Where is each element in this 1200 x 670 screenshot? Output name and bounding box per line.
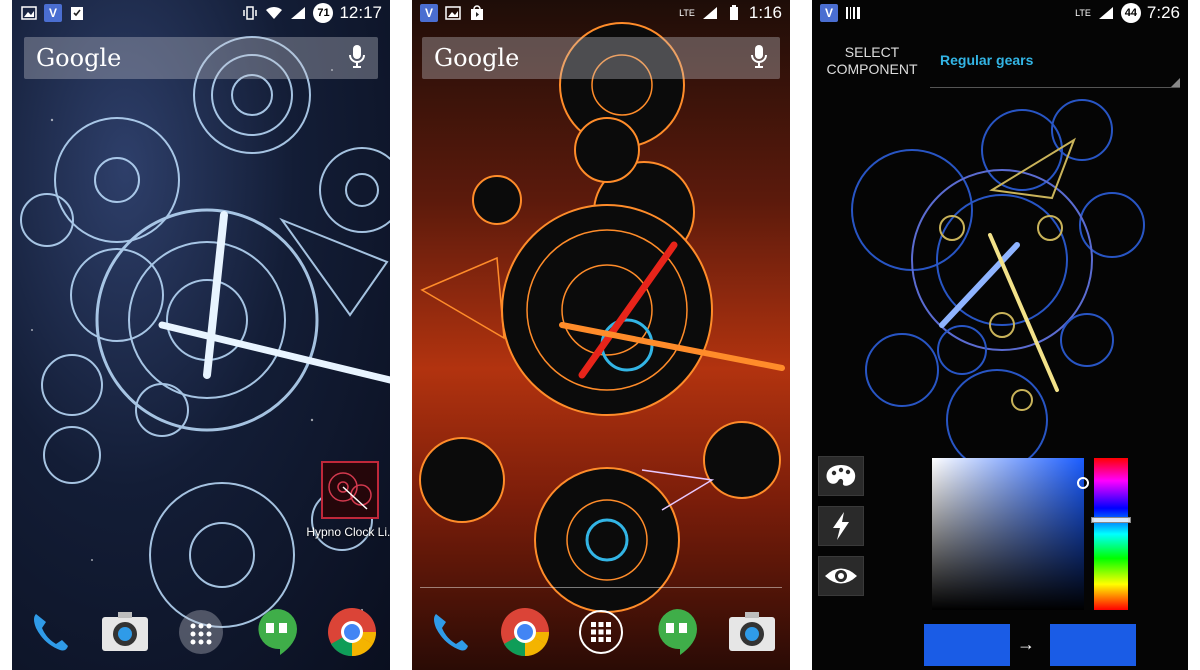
clipboard-check-icon: [68, 4, 86, 22]
eye-icon: [825, 568, 857, 584]
phone-icon[interactable]: [23, 605, 77, 659]
palette-icon: [826, 465, 856, 486]
vlingo-notification-icon: V: [44, 4, 62, 22]
component-dropdown[interactable]: Regular gears: [930, 44, 1180, 88]
app-drawer-icon[interactable]: [174, 605, 228, 659]
select-label-line2: COMPONENT: [826, 61, 918, 77]
camera-icon[interactable]: [725, 605, 779, 659]
microphone-icon[interactable]: [348, 44, 366, 73]
wifi-icon: [265, 4, 283, 22]
hypno-clock-thumbnail: [321, 461, 379, 519]
signal-icon: [1097, 4, 1115, 22]
select-component-label: SELECT COMPONENT: [822, 44, 922, 78]
app-dock: [12, 602, 390, 662]
app-dock: [412, 602, 790, 662]
glow-mode-button[interactable]: [818, 506, 864, 546]
vibrate-icon: [241, 4, 259, 22]
new-color-swatch[interactable]: [1050, 624, 1136, 666]
barcode-icon: [844, 4, 862, 22]
google-search-bar[interactable]: Google: [24, 37, 378, 79]
phone-screen-settings: V LTE 44 7:26 SELECT COMPONENT Regular g…: [812, 0, 1188, 670]
clock-time: 7:26: [1146, 3, 1180, 22]
arrow-right-icon: →: [1017, 634, 1035, 654]
dock-divider: [420, 587, 782, 588]
hangouts-icon[interactable]: [250, 605, 304, 659]
screenshot-collage: V 71 12:17 Google Hypno Clock Li.. V LTE…: [0, 0, 1200, 670]
select-label-line1: SELECT: [844, 44, 900, 60]
chrome-icon[interactable]: [325, 605, 379, 659]
store-notification-icon: [468, 4, 486, 22]
vlingo-notification-icon: V: [420, 4, 438, 22]
app-drawer-icon[interactable]: [574, 605, 628, 659]
lightning-icon: [833, 512, 849, 540]
camera-icon[interactable]: [98, 605, 152, 659]
saturation-value-picker[interactable]: [932, 458, 1089, 610]
network-type-label: LTE: [1075, 8, 1091, 18]
battery-icon: 44: [1120, 3, 1141, 23]
signal-icon: [289, 4, 307, 22]
battery-icon: [725, 4, 743, 22]
hue-slider-handle[interactable]: [1091, 517, 1131, 523]
google-logo: Google: [434, 44, 520, 72]
clock-time: 12:17: [339, 3, 382, 22]
color-picker-handle[interactable]: [1077, 477, 1089, 489]
gallery-notification-icon: [444, 4, 462, 22]
google-search-bar[interactable]: Google: [422, 37, 780, 79]
visibility-mode-button[interactable]: [818, 556, 864, 596]
component-dropdown-value: Regular gears: [940, 52, 1034, 68]
dropdown-caret-icon: [1171, 78, 1180, 87]
hangouts-icon[interactable]: [650, 605, 704, 659]
original-color-swatch[interactable]: [924, 624, 1010, 666]
status-bar: V 71 12:17: [12, 0, 390, 26]
chrome-icon[interactable]: [498, 605, 552, 659]
status-bar: V LTE 44 7:26: [812, 0, 1188, 26]
status-bar: V LTE 1:16: [412, 0, 790, 26]
color-mode-button[interactable]: [818, 456, 864, 496]
clock-wallpaper-blue: [20, 36, 390, 628]
phone-screen-blue-clock: V 71 12:17 Google Hypno Clock Li..: [12, 0, 390, 670]
vlingo-notification-icon: V: [820, 4, 838, 22]
phone-icon[interactable]: [423, 605, 477, 659]
clock-time: 1:16: [748, 3, 782, 22]
microphone-icon[interactable]: [750, 44, 768, 73]
network-type-label: LTE: [679, 8, 695, 18]
phone-screen-orange-clock: V LTE 1:16 Google: [412, 0, 790, 670]
gallery-notification-icon: [20, 4, 38, 22]
hue-slider[interactable]: [1091, 458, 1131, 610]
widget-label: Hypno Clock Li..: [306, 525, 390, 539]
battery-icon: 71: [313, 3, 334, 23]
clock-wallpaper-orange: [419, 22, 785, 613]
hypno-clock-widget[interactable]: Hypno Clock Li..: [306, 461, 390, 539]
google-logo: Google: [36, 44, 122, 72]
signal-icon: [701, 4, 719, 22]
